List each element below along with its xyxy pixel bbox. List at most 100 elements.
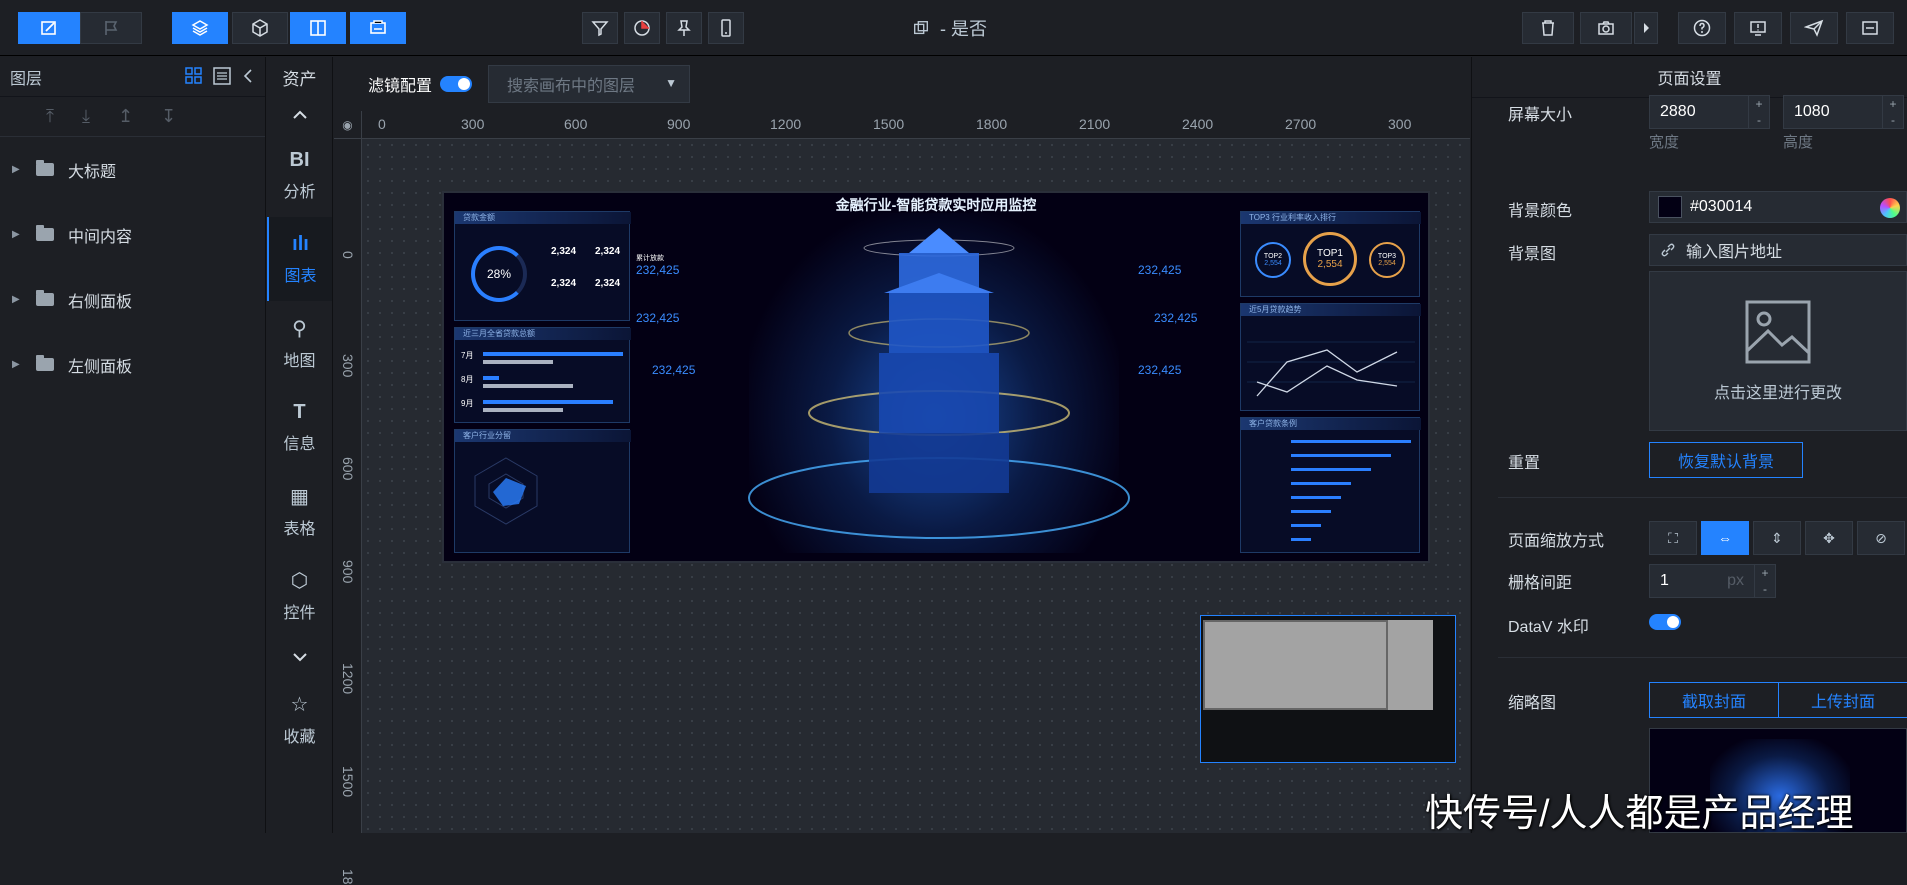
restore-default-bg-button[interactable]: 恢复默认背景 (1649, 442, 1803, 478)
top2-label: TOP2 (1263, 253, 1283, 260)
filter-button[interactable] (582, 12, 618, 44)
upload-cover-button[interactable]: 上传封面 (1778, 682, 1907, 718)
pin-button[interactable] (666, 12, 702, 44)
edit-mode-button[interactable] (18, 12, 80, 44)
width-input[interactable]: 2880 (1649, 95, 1759, 129)
publish-button[interactable] (1790, 12, 1838, 44)
height-input[interactable]: 1080 (1783, 95, 1893, 129)
stat-value: 2,324 (551, 278, 577, 289)
folder-icon (36, 225, 54, 241)
scroll-down-icon[interactable] (267, 637, 332, 677)
watermark-toggle[interactable] (1649, 614, 1681, 630)
width-stepper[interactable]: + - (1748, 95, 1770, 129)
bar (483, 352, 623, 356)
month-label: 8月 (461, 375, 474, 384)
collapse-icon[interactable] (241, 67, 255, 85)
asset-charts[interactable]: ılı 图表 (267, 217, 332, 301)
list-view-icon[interactable] (213, 67, 231, 85)
caret-right-icon[interactable]: ▶ (12, 294, 22, 305)
notice-button[interactable] (1734, 12, 1782, 44)
asset-controls[interactable]: ⬡ 控件 (267, 553, 332, 637)
filter-toggle[interactable] (440, 76, 473, 92)
cube-icon (252, 19, 268, 37)
move-top-icon[interactable]: ↥ (118, 106, 133, 127)
zoom-full-icon[interactable]: ✥ (1805, 521, 1853, 555)
move-up-icon[interactable]: ⤒ (46, 106, 54, 127)
ruler-tick: 18 (340, 869, 356, 885)
color-swatch[interactable] (1658, 196, 1682, 218)
components-toggle-button[interactable] (232, 12, 288, 44)
layer-item[interactable]: ▶ 左侧面板 (0, 332, 265, 397)
bg-image-upload[interactable]: 点击这里进行更改 (1649, 271, 1907, 431)
move-bottom-icon[interactable]: ↧ (161, 106, 176, 127)
recycle-button[interactable] (1522, 12, 1574, 44)
asset-label: 图表 (284, 267, 317, 285)
minimap-viewport[interactable] (1203, 620, 1388, 710)
help-button[interactable] (1678, 12, 1726, 44)
asset-tables[interactable]: ▦ 表格 (267, 469, 332, 553)
pin-icon (677, 20, 691, 36)
zoom-mode-group: ⛶ ⇔ ⇕ ✥ ⊘ (1649, 521, 1907, 555)
preview-mode-button[interactable] (80, 12, 142, 44)
plus-icon: + (1761, 566, 1769, 580)
caret-right-icon[interactable]: ▶ (12, 164, 22, 175)
grid-spacing-input[interactable]: 1 px (1649, 564, 1759, 598)
layers-toggle-button[interactable] (172, 12, 228, 44)
toolbox-toggle-button[interactable] (350, 12, 406, 44)
bar (483, 408, 563, 412)
scroll-up-icon[interactable] (267, 97, 332, 133)
bg-image-url-input[interactable]: 输入图片地址 (1649, 234, 1907, 266)
capture-cover-button[interactable]: 截取封面 (1649, 682, 1779, 718)
layer-item[interactable]: ▶ 大标题 (0, 137, 265, 202)
tower-graphic (748, 228, 1130, 539)
zoom-fit-width-icon[interactable]: ⇔ (1701, 521, 1749, 555)
star-icon: ☆ (290, 693, 309, 716)
mobile-button[interactable] (708, 12, 744, 44)
caret-right-icon[interactable]: ▶ (12, 229, 22, 240)
panel-toggle-button[interactable] (290, 12, 346, 44)
printer-icon (370, 20, 386, 34)
dashboard-preview[interactable]: 金融行业-智能贷款实时应用监控 贷款金额 28% 2,324 2,324 2,3… (442, 191, 1430, 563)
bg-color-label: 背景颜色 (1508, 203, 1573, 220)
asset-favorites[interactable]: ☆ 收藏 (267, 677, 332, 761)
control-icon: ⬡ (290, 569, 309, 592)
move-down-icon[interactable]: ⤓ (82, 106, 90, 127)
asset-maps[interactable]: ⚲ 地图 (267, 301, 332, 385)
customer-panel: 客户贷款条例 (1240, 417, 1421, 553)
panel-title: 近5月贷款趋势 (1241, 304, 1421, 316)
asset-info[interactable]: T 信息 (267, 385, 332, 469)
month-label: 9月 (461, 399, 474, 408)
zoom-none-icon[interactable]: ⊘ (1857, 521, 1905, 555)
snapshot-button[interactable] (1580, 12, 1632, 44)
zoom-fit-height-icon[interactable]: ⇕ (1753, 521, 1801, 555)
layer-search-input[interactable]: 搜索画布中的图层 ▼ (488, 65, 691, 103)
bar (1291, 524, 1321, 527)
layer-item[interactable]: ▶ 中间内容 (0, 202, 265, 267)
ruler-visibility-icon[interactable]: ◉ (334, 111, 362, 139)
ruler-tick: 300 (1388, 116, 1412, 132)
grid-stepper[interactable]: + - (1754, 564, 1776, 598)
caret-right-icon[interactable]: ▶ (12, 359, 22, 370)
bar-chart-icon: ılı (292, 232, 309, 255)
zoom-fit-icon[interactable]: ⛶ (1649, 521, 1697, 555)
asset-label: 控件 (283, 604, 316, 622)
height-stepper[interactable]: + - (1882, 95, 1904, 129)
asset-bi-analysis[interactable]: BI 分析 (267, 133, 332, 217)
color-picker-icon[interactable] (1880, 198, 1900, 218)
layer-item[interactable]: ▶ 右侧面板 (0, 267, 265, 332)
radar-chart (474, 457, 538, 525)
snapshot-menu-button[interactable] (1634, 12, 1658, 44)
minimap[interactable] (1200, 615, 1456, 763)
component-library-button[interactable] (624, 12, 660, 44)
center-stat: 232,425 (636, 263, 680, 277)
search-placeholder: 搜索画布中的图层 (507, 78, 636, 95)
ruler-tick: 1500 (340, 766, 356, 798)
bg-color-input[interactable]: #030014 (1649, 191, 1907, 223)
minus-icon: - (1891, 113, 1895, 127)
pie-icon (634, 20, 650, 36)
copy-icon[interactable] (912, 19, 930, 37)
menu-button[interactable] (1846, 12, 1894, 44)
top1-label: TOP1 (1317, 248, 1343, 259)
chevron-down-icon[interactable]: ▼ (665, 76, 677, 90)
grid-view-icon[interactable] (185, 67, 203, 85)
